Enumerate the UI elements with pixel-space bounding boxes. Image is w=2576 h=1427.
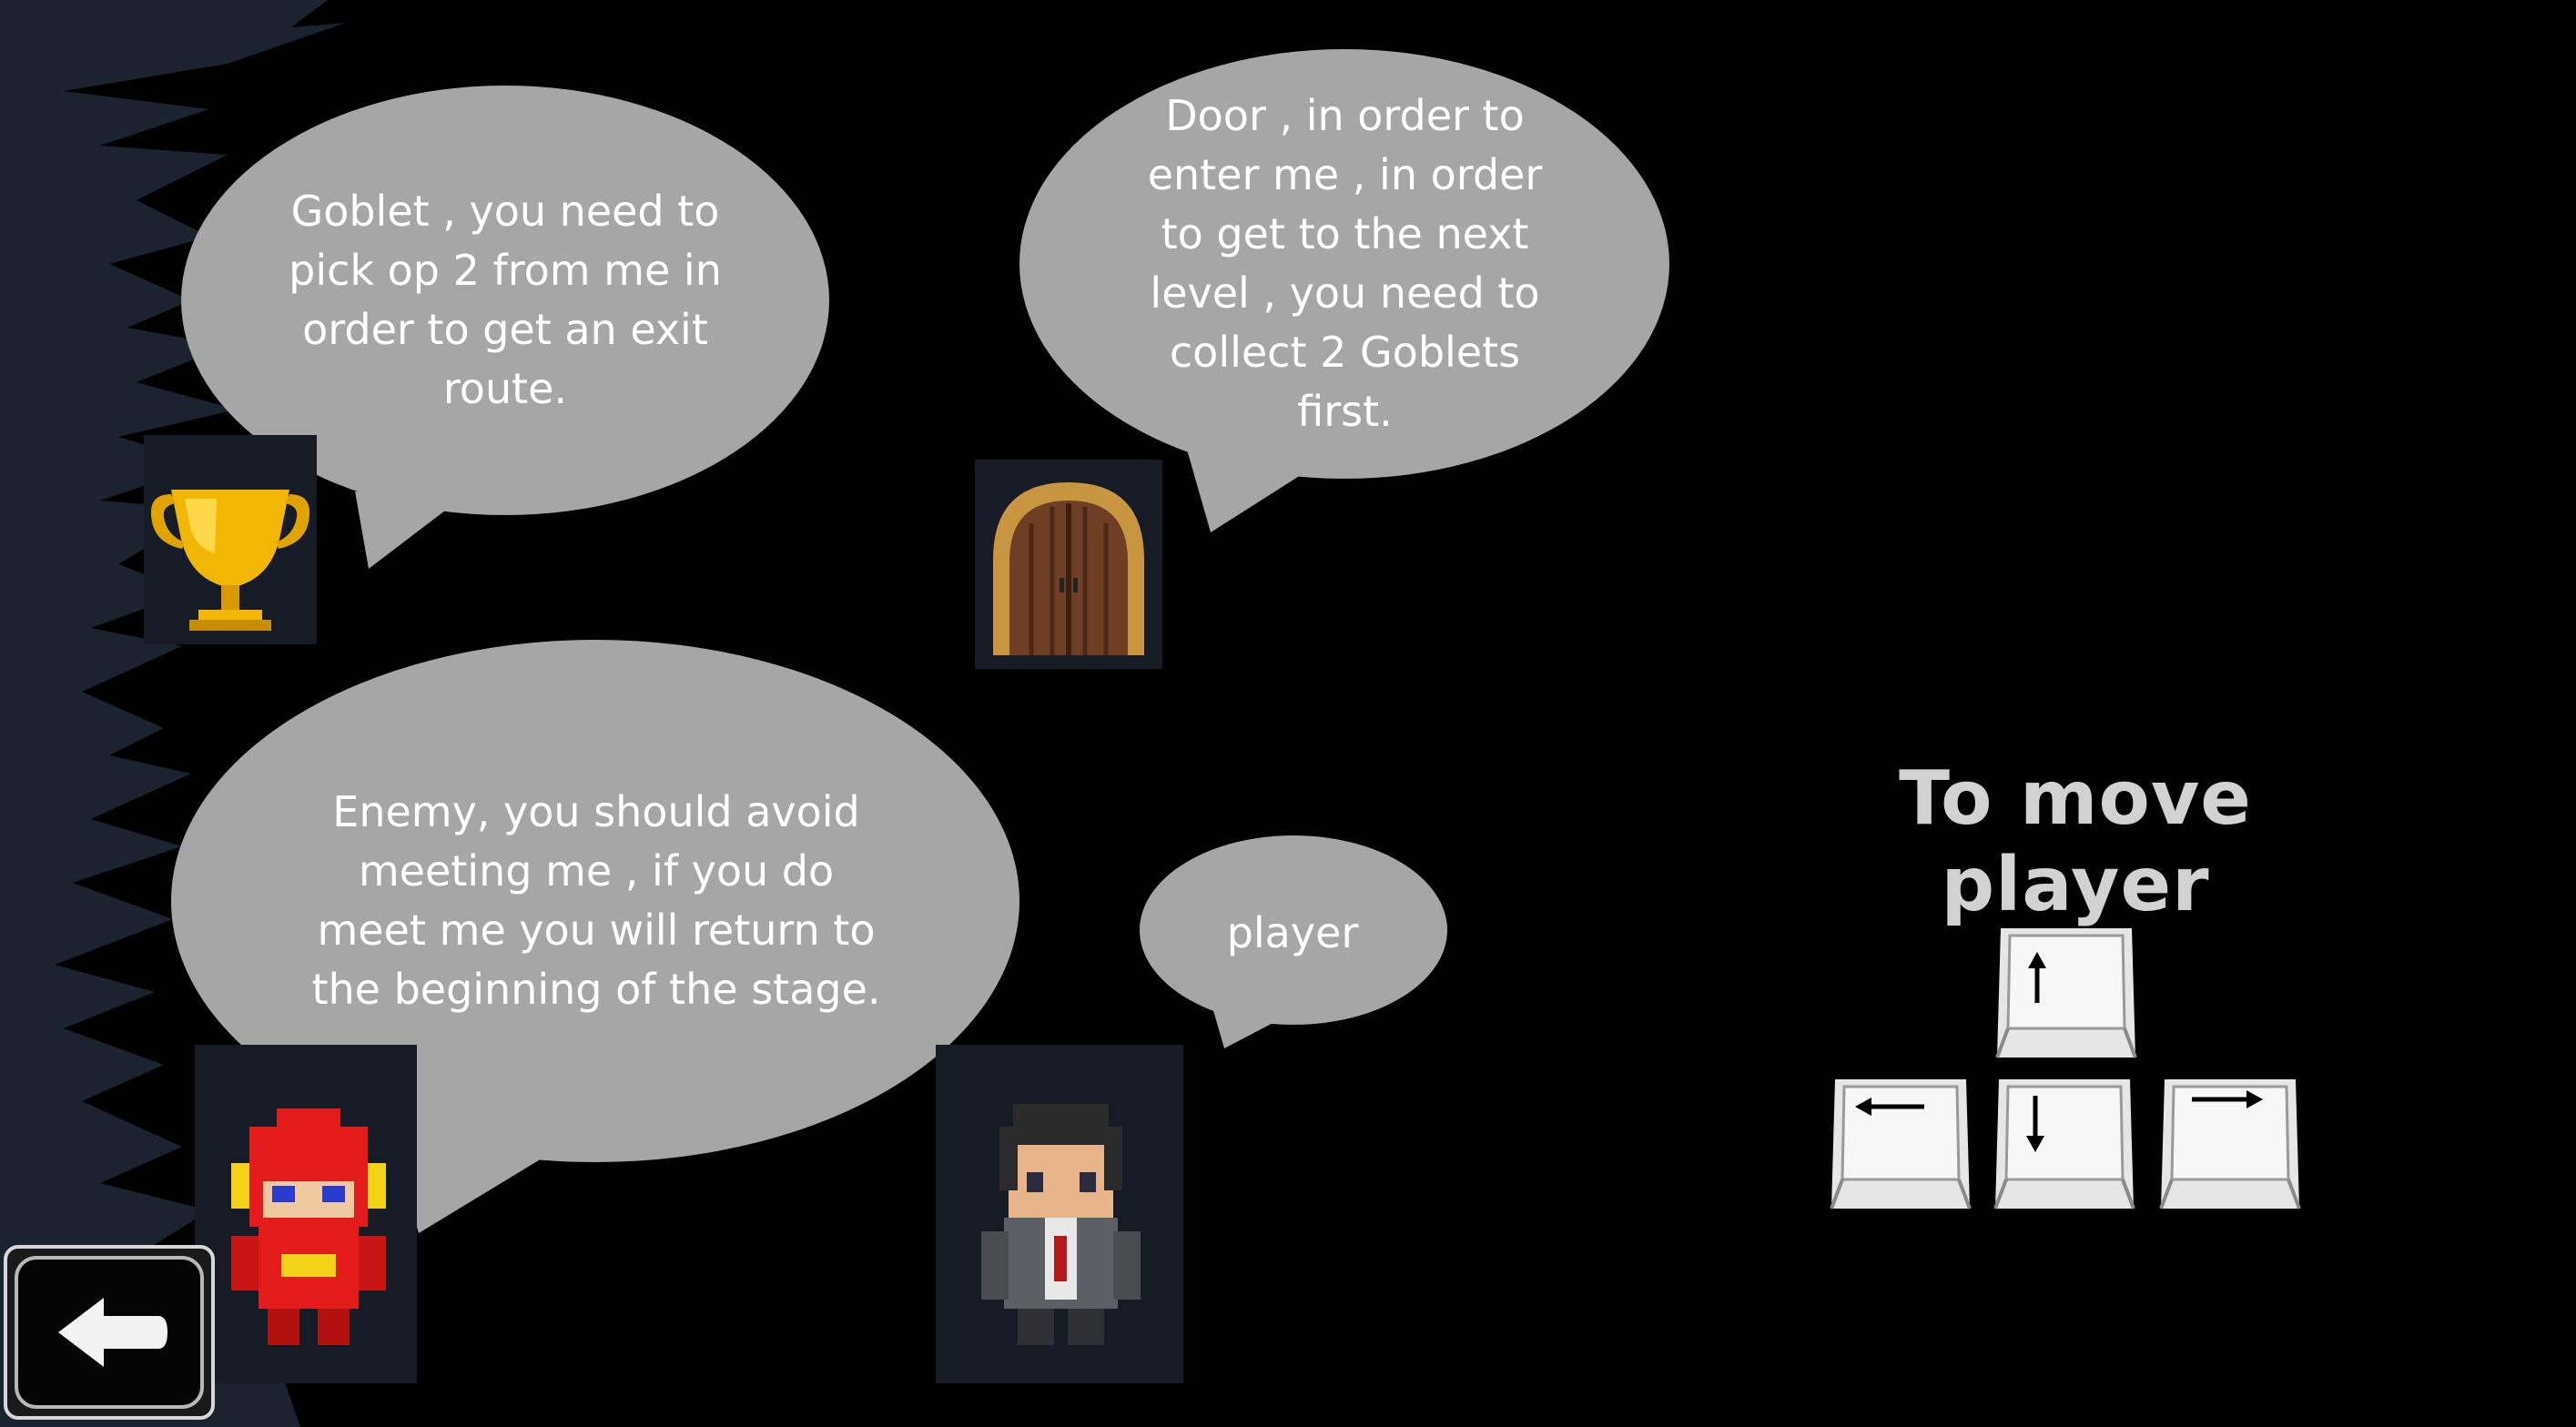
up-arrow-key [1990, 921, 2143, 1067]
player-bubble-text: player [1226, 907, 1359, 957]
enemy-icon [195, 1045, 417, 1383]
player-icon [936, 1045, 1183, 1383]
controls-title: To move player [1899, 755, 2252, 928]
right-arrow-key [2154, 1072, 2307, 1218]
down-arrow-icon [1993, 1079, 2135, 1209]
back-arrow-icon [4, 1245, 215, 1420]
left-arrow-key [1824, 1072, 1977, 1218]
door-bubble-text: Door , in order to enter me , in order t… [1147, 91, 1543, 436]
back-button[interactable] [4, 1245, 215, 1420]
left-arrow-icon [1830, 1079, 1972, 1209]
door-icon [975, 460, 1162, 669]
down-arrow-key [1988, 1072, 2141, 1218]
goblet-bubble-text: Goblet , you need to pick op 2 from me i… [289, 187, 722, 413]
up-arrow-icon [1995, 928, 2137, 1058]
goblet-icon [144, 435, 317, 644]
tutorial-screen: Goblet , you need to pick op 2 from me i… [0, 0, 2576, 1427]
enemy-bubble-text: Enemy, you should avoid meeting me , if … [311, 787, 881, 1014]
right-arrow-icon [2159, 1079, 2301, 1209]
